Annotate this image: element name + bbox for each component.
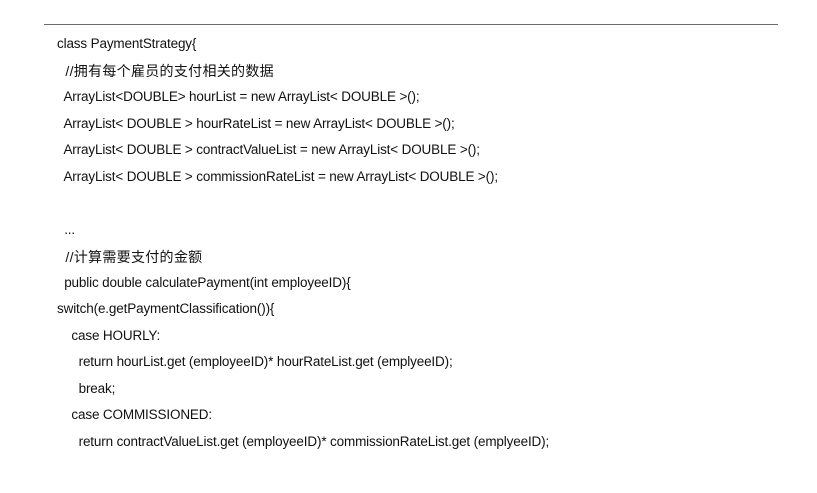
- code-block: class PaymentStrategy{ //拥有每个雇员的支付相关的数据 …: [0, 0, 817, 493]
- code-line-method-signature: public double calculatePayment(int emplo…: [57, 275, 351, 290]
- code-line-ellipsis: ...: [57, 222, 76, 237]
- code-line-commissionratelist: ArrayList< DOUBLE > commissionRateList =…: [57, 169, 498, 184]
- code-line-case-hourly: case HOURLY:: [57, 328, 161, 343]
- code-line-comment-data: //拥有每个雇员的支付相关的数据: [57, 63, 274, 79]
- code-line-hourlist: ArrayList<DOUBLE> hourList = new ArrayLi…: [57, 89, 420, 104]
- code-line-break: break;: [57, 381, 116, 396]
- code-line-return-commissioned: return contractValueList.get (employeeID…: [57, 434, 550, 449]
- code-line-contractvaluelist: ArrayList< DOUBLE > contractValueList = …: [57, 142, 480, 157]
- code-line-class-declaration: class PaymentStrategy{: [57, 36, 197, 51]
- code-line-hourratelist: ArrayList< DOUBLE > hourRateList = new A…: [57, 116, 455, 131]
- code-line-return-hourly: return hourList.get (employeeID)* hourRa…: [57, 354, 453, 369]
- code-line-switch: switch(e.getPaymentClassification()){: [57, 301, 275, 316]
- code-line-comment-amount: //计算需要支付的金额: [57, 249, 203, 265]
- code-line-case-commissioned: case COMMISSIONED:: [57, 407, 212, 422]
